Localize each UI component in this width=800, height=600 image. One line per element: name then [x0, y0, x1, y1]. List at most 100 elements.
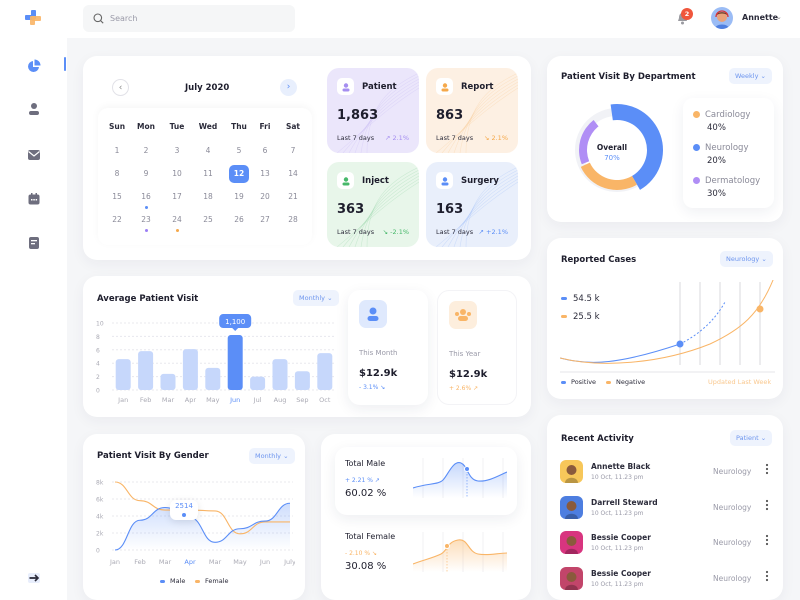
calendar-day[interactable]: 21	[283, 188, 303, 206]
calendar-day[interactable]: 13	[255, 165, 275, 183]
bar-aug[interactable]	[272, 359, 288, 390]
calendar-day[interactable]: 18	[198, 188, 218, 206]
bar-mar[interactable]	[160, 373, 176, 390]
y-tick-label: 8	[96, 334, 100, 341]
stat-card-patient[interactable]: Patient 1,863 Last 7 days ↗ 2.1%	[327, 68, 419, 153]
bar-jan[interactable]	[115, 359, 131, 390]
activity-item[interactable]: Annette Black 10 Oct, 11.23 pm Neurology	[560, 460, 775, 490]
bar-jul[interactable]	[250, 376, 266, 390]
bar-feb[interactable]	[138, 351, 154, 390]
gender-filter-dropdown[interactable]: Monthly ⌄	[249, 448, 295, 464]
y-tick-label: 8k	[96, 480, 104, 487]
bar-oct[interactable]	[317, 353, 333, 390]
activity-time: 10 Oct, 11.23 pm	[591, 509, 644, 517]
calendar-day[interactable]: 15	[107, 188, 127, 206]
reported-filter-dropdown[interactable]: Neurology ⌄	[720, 251, 773, 267]
calendar-day[interactable]: 19	[229, 188, 249, 206]
calendar-day[interactable]: 14	[283, 165, 303, 183]
calendar-prev-button[interactable]: ‹	[112, 79, 129, 96]
calendar-day[interactable]: 3	[167, 142, 187, 160]
patient-name: Bessie Cooper	[591, 533, 651, 542]
calendar-day[interactable]: 25	[198, 211, 218, 229]
stat-card-surgery[interactable]: Surgery 163 Last 7 days ↗ +2.1%	[426, 162, 518, 247]
calendar-day[interactable]: 5	[229, 142, 249, 160]
calendar-day[interactable]: 22	[107, 211, 127, 229]
chevron-down-icon[interactable]: ⌄	[776, 13, 782, 21]
reported-cases-chart	[560, 280, 775, 373]
stat-card-inject[interactable]: Inject 363 Last 7 days ↘ -2.1%	[327, 162, 419, 247]
calendar-day[interactable]: 11	[198, 165, 218, 183]
x-tick-label: Feb	[134, 558, 146, 566]
weekday-label: Tue	[169, 122, 185, 131]
stat-value: 863	[436, 108, 464, 123]
weekday-label: Mon	[137, 122, 155, 131]
more-options-icon[interactable]	[765, 534, 771, 546]
legend-dot	[693, 111, 700, 118]
stat-period: Last 7 days	[436, 134, 474, 142]
this-month-change: - 3.1% ↘	[359, 384, 386, 391]
event-dot	[144, 229, 148, 232]
more-options-icon[interactable]	[765, 499, 771, 511]
stat-card-report[interactable]: Report 863 Last 7 days ↘ 2.1%	[426, 68, 518, 153]
activity-item[interactable]: Bessie Cooper 10 Oct, 11.23 pm Neurology	[560, 566, 775, 597]
calendar-day[interactable]: 8	[107, 165, 127, 183]
legend-female: Female	[195, 577, 229, 585]
department-legend: Cardiology 40% Neurology 20% Dermatology 30%	[683, 98, 774, 208]
arrow-right-icon[interactable]	[28, 573, 40, 583]
more-options-icon[interactable]	[765, 570, 771, 582]
activity-filter-dropdown[interactable]: Patient ⌄	[730, 430, 773, 446]
calendar-day[interactable]: 1	[107, 142, 127, 160]
weekday-label: Sun	[108, 122, 126, 131]
bar-jun[interactable]	[227, 335, 243, 390]
calendar-day[interactable]: 6	[255, 142, 275, 160]
calendar-day[interactable]: 27	[255, 211, 275, 229]
y-tick-label: 2k	[96, 531, 104, 538]
calendar-month: July 2020	[185, 83, 230, 93]
bar-apr[interactable]	[182, 349, 198, 390]
calendar-icon	[28, 193, 40, 205]
legend-negative: Negative	[606, 378, 645, 386]
activity-item[interactable]: Darrell Steward 10 Oct, 11.23 pm Neurology	[560, 495, 775, 526]
report-icon	[436, 78, 453, 95]
calendar-day[interactable]: 2	[136, 142, 156, 160]
calendar-day[interactable]: 10	[167, 165, 187, 183]
calendar-day[interactable]: 16	[136, 188, 156, 206]
stat-change: ↗ +2.1%	[479, 228, 508, 236]
search-input[interactable]: Search	[83, 5, 295, 32]
calendar-day[interactable]: 4	[198, 142, 218, 160]
calendar-day[interactable]: 17	[167, 188, 187, 206]
department-filter-dropdown[interactable]: Weekly ⌄	[729, 68, 772, 84]
user-avatar[interactable]	[711, 7, 733, 29]
gender-tooltip: 2514	[170, 500, 198, 520]
more-options-icon[interactable]	[765, 463, 771, 475]
legend-item-neurology: Neurology	[693, 143, 748, 153]
activity-item[interactable]: Bessie Cooper 10 Oct, 11.23 pm Neurology	[560, 531, 775, 561]
stat-value: 363	[337, 202, 365, 217]
patient-name: Bessie Cooper	[591, 568, 651, 578]
x-tick-label: Feb	[140, 396, 152, 404]
average-visit-bar-chart: 0 2 4 6 8 10 Jan Feb Mar Apr May Jun 1,100 Jul Aug Sep O…	[96, 314, 336, 404]
user-icon	[359, 300, 387, 328]
calendar-day[interactable]: 24	[167, 211, 187, 229]
calendar-day[interactable]: 23	[136, 211, 156, 229]
calendar-day[interactable]: 9	[136, 165, 156, 183]
stat-label: Patient	[362, 82, 397, 92]
bar-may[interactable]	[205, 367, 221, 390]
calendar-next-button[interactable]: ›	[280, 79, 297, 96]
bar-sep[interactable]	[294, 371, 310, 390]
positive-line	[560, 343, 681, 363]
calendar-day[interactable]: 20	[255, 188, 275, 206]
calendar-day[interactable]: 26	[229, 211, 249, 229]
calendar-day[interactable]: 28	[283, 211, 303, 229]
trend-up-icon: ↗	[473, 385, 479, 392]
calendar-day[interactable]: 12	[229, 165, 249, 183]
legend-label: Cardiology	[705, 110, 751, 120]
y-tick-label: 0	[96, 388, 100, 395]
avg-visit-filter-dropdown[interactable]: Monthly ⌄	[293, 290, 339, 306]
calendar-day[interactable]: 7	[283, 142, 303, 160]
patient-name: Darrell Steward	[591, 497, 658, 507]
patient-avatar	[560, 460, 583, 483]
sidebar	[0, 0, 67, 600]
total-female-value: 30.08 %	[345, 561, 387, 572]
user-name[interactable]: Annette	[742, 13, 778, 22]
